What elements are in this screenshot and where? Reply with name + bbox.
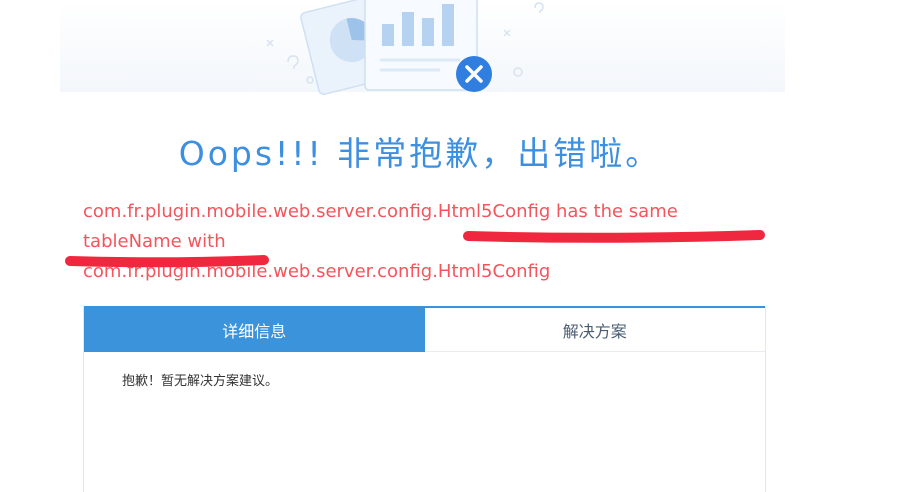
error-page: Oops!!! 非常抱歉，出错啦。 com.fr.plugin.mobile.w… — [0, 0, 916, 492]
report-illustration-icon — [60, 0, 785, 95]
error-line-2: tableName with — [83, 231, 226, 252]
tab-details[interactable]: 详细信息 — [84, 308, 425, 352]
tab-bar: 详细信息 解决方案 — [84, 306, 765, 352]
panel-content: 抱歉！暂无解决方案建议。 — [122, 374, 279, 389]
error-line-3: com.fr.plugin.mobile.web.server.config.H… — [83, 261, 551, 282]
error-line-1: com.fr.plugin.mobile.web.server.config.H… — [83, 201, 678, 222]
close-icon — [456, 56, 492, 92]
error-message: com.fr.plugin.mobile.web.server.config.H… — [83, 197, 773, 287]
error-detail-panel: 详细信息 解决方案 抱歉！暂无解决方案建议。 — [83, 306, 766, 492]
tab-solution[interactable]: 解决方案 — [424, 308, 765, 352]
page-title: Oops!!! 非常抱歉，出错啦。 — [178, 134, 662, 173]
